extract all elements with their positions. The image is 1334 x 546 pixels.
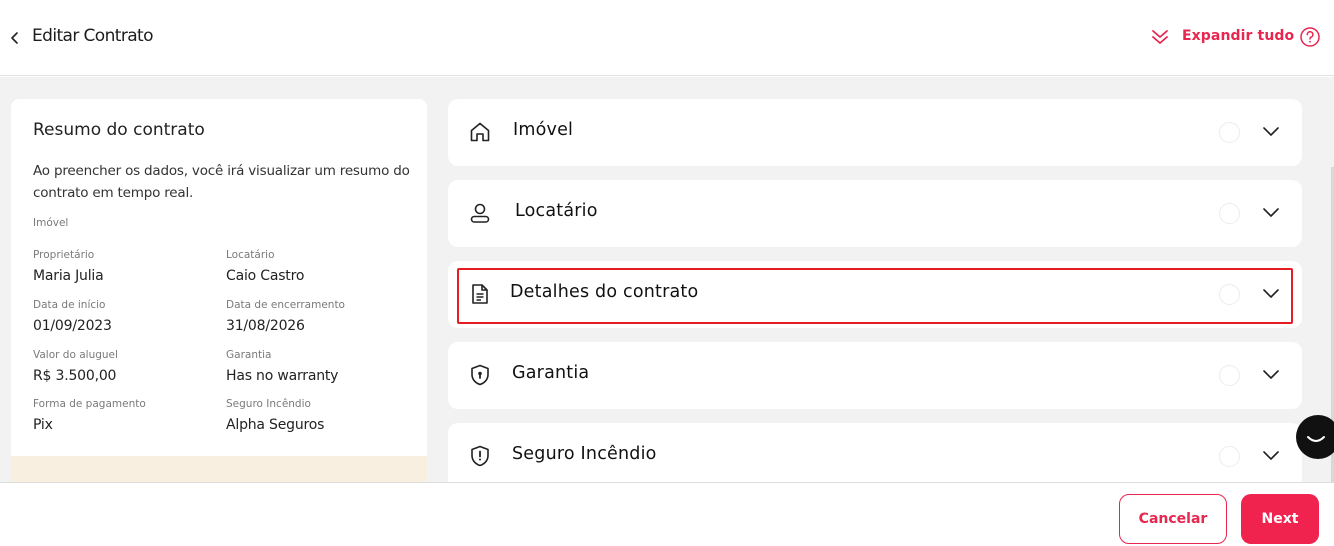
page-title: Editar Contrato [32,26,154,46]
chevron-down-icon[interactable] [1262,205,1280,219]
payment-method-value: Pix [33,417,53,433]
chevron-left-icon[interactable] [8,28,24,48]
chevron-down-icon[interactable] [1262,448,1280,462]
section-garantia[interactable]: Garantia [448,342,1302,409]
tenant-label: Locatário [226,249,275,261]
fire-insurance-value: Alpha Seguros [226,417,325,433]
content-area: Resumo do contrato Ao preencher os dados… [0,77,1334,482]
end-date-label: Data de encerramento [226,299,345,311]
summary-title: Resumo do contrato [33,120,205,140]
expand-all-label: Expandir tudo [1182,28,1295,44]
end-date-value: 31/08/2026 [226,318,305,334]
section-status-radio [1219,365,1240,386]
warranty-value: Has no warranty [226,368,339,384]
payment-method-label: Forma de pagamento [33,398,146,410]
section-title: Detalhes do contrato [510,282,699,302]
cancel-button[interactable]: Cancelar [1119,494,1227,544]
property-label: Imóvel [33,217,69,229]
summary-description: Ao preencher os dados, você irá visualiz… [33,163,410,201]
fire-insurance-label: Seguro Incêndio [226,398,311,410]
owner-label: Proprietário [33,249,95,261]
section-status-radio [1219,203,1240,224]
chat-icon [1307,436,1325,442]
section-title: Locatário [515,201,598,221]
section-title: Imóvel [513,120,574,140]
double-chevron-down-icon [1152,30,1168,44]
rent-label: Valor do aluguel [33,349,118,361]
shield-alert-icon [471,445,489,467]
start-date-label: Data de início [33,299,106,311]
question-circle-icon[interactable] [1299,26,1321,48]
chevron-down-icon[interactable] [1262,286,1280,300]
section-status-radio [1219,284,1240,305]
section-imovel[interactable]: Imóvel [448,99,1302,166]
section-status-radio [1219,446,1240,467]
user-icon [470,203,490,223]
expand-all-button[interactable]: Expandir tudo [1151,26,1294,46]
tenant-value: Caio Castro [226,268,305,284]
rent-value: R$ 3.500,00 [33,368,117,384]
chevron-down-icon[interactable] [1262,124,1280,138]
next-button[interactable]: Next [1241,494,1319,544]
start-date-value: 01/09/2023 [33,318,112,334]
chat-widget-button[interactable] [1296,415,1334,459]
section-status-radio [1219,122,1240,143]
header: Editar Contrato Expandir tudo [0,0,1334,76]
section-title: Garantia [512,363,590,383]
document-icon [472,284,488,304]
warranty-label: Garantia [226,349,272,361]
owner-value: Maria Julia [33,268,104,284]
section-locatario[interactable]: Locatário [448,180,1302,247]
summary-footer [11,456,427,482]
section-title: Seguro Incêndio [512,444,657,464]
contract-summary-card: Resumo do contrato Ao preencher os dados… [11,99,427,482]
section-seguro-incendio[interactable]: Seguro Incêndio [448,423,1302,482]
footer: Cancelar Next [0,482,1334,546]
home-icon [470,122,490,142]
shield-lock-icon [471,364,489,386]
chevron-down-icon[interactable] [1262,367,1280,381]
section-detalhes-contrato[interactable]: Detalhes do contrato [448,261,1302,328]
